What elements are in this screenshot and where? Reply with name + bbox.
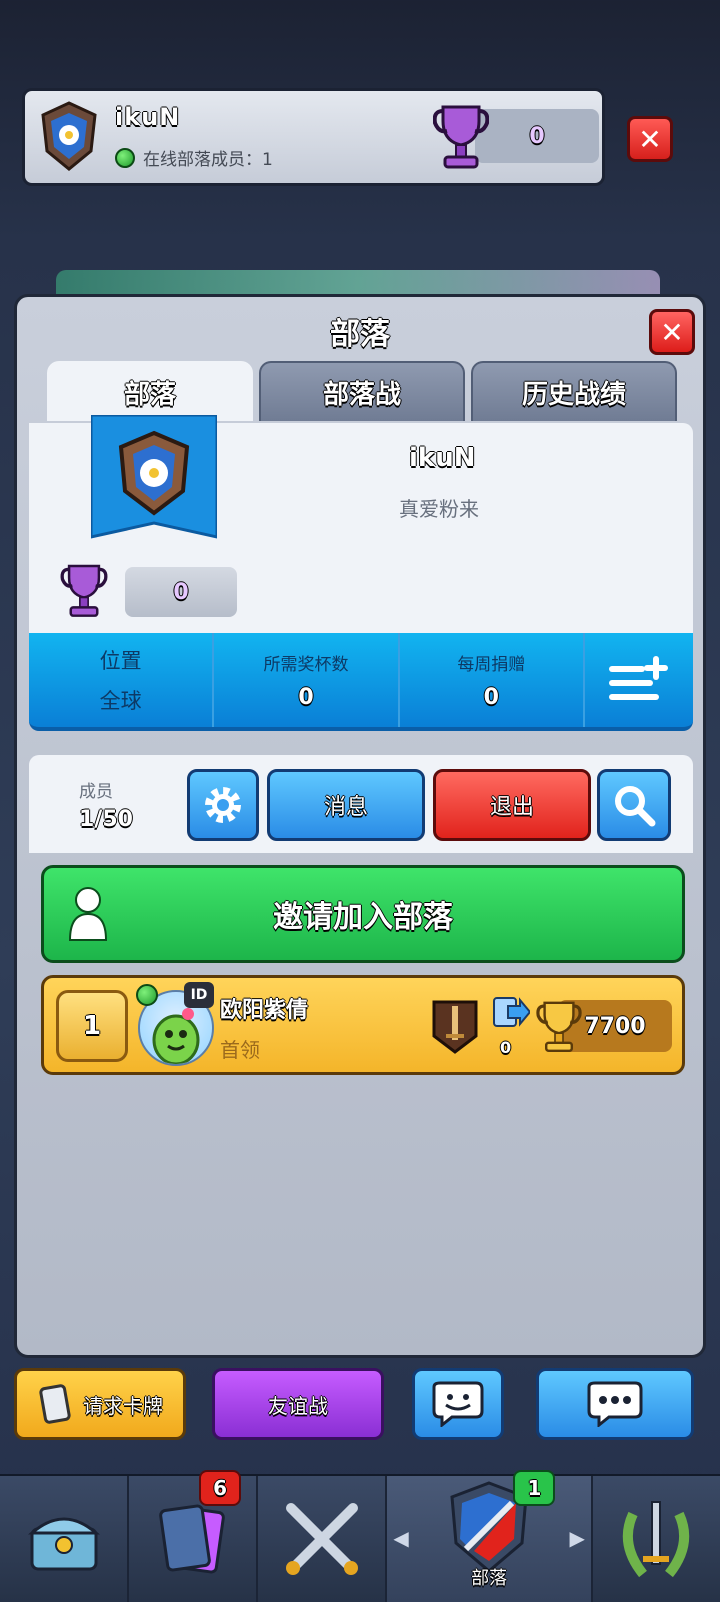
online-members-text: 在线部落成员：1 — [143, 150, 273, 170]
member-donations: 0 — [500, 1038, 512, 1057]
online-status-icon — [136, 984, 158, 1006]
nav-clan-label: 部落 — [471, 1568, 508, 1589]
location-label: 位置 — [99, 649, 142, 673]
leave-clan-button[interactable]: 退出 — [433, 769, 591, 841]
arrow-left-icon[interactable]: ◀ — [393, 1526, 408, 1550]
clan-info-card: ikuN 真爱粉来 0 — [29, 415, 693, 633]
clan-panel: 部落 ✕ 部落 部落战 历史战绩 ikuN 真爱粉来 0 位置 全球 所需奖杯数 — [14, 294, 706, 1358]
clan-stats-bar: 位置 全球 所需奖杯数 0 每周捐赠 0 — [29, 633, 693, 731]
user-icon — [68, 887, 108, 941]
tab-bar: 部落 部落战 历史战绩 — [47, 361, 677, 421]
arrow-right-icon[interactable]: ▶ — [569, 1526, 584, 1550]
search-icon — [615, 786, 656, 827]
required-trophies-label: 所需奖杯数 — [263, 655, 349, 675]
search-button[interactable] — [597, 769, 671, 841]
nav-events[interactable] — [593, 1476, 720, 1602]
member-rank: 1 — [56, 990, 128, 1062]
stat-required-trophies: 所需奖杯数 0 — [214, 633, 400, 727]
clan-banner-icon — [91, 415, 217, 539]
members-toolbar: 成员 1/50 消息 退出 — [29, 755, 693, 853]
clan-title: ikuN — [409, 443, 476, 473]
purple-trophy-icon — [433, 105, 489, 169]
more-info-button[interactable] — [585, 633, 693, 727]
gear-icon — [205, 787, 241, 823]
clan-badge-icon — [41, 101, 97, 171]
nav-clan[interactable]: ◀ 1 部落 ▶ — [387, 1470, 593, 1602]
panel-title: 部落 — [330, 317, 390, 352]
request-cards-label: 请求卡牌 — [83, 1393, 163, 1418]
id-badge: ID — [184, 982, 214, 1008]
clan-badge: 1 — [513, 1470, 556, 1506]
card-donate-icon — [493, 997, 530, 1027]
cards-icon — [158, 1504, 225, 1574]
tab-clan[interactable]: 部落 — [47, 361, 253, 421]
clan-description: 真爱粉来 — [399, 497, 479, 521]
members-count: 1/50 — [79, 807, 133, 832]
stat-weekly-donations: 每周捐赠 0 — [400, 633, 585, 727]
clan-name: ikuN — [115, 103, 181, 131]
online-members: 在线部落成员：1 — [115, 145, 273, 170]
clan-score: 0 — [125, 567, 237, 617]
settings-button[interactable] — [187, 769, 259, 841]
laurel-sword-icon — [623, 1501, 690, 1578]
card-icon — [39, 1384, 71, 1424]
chat-bubble-icon — [587, 1381, 643, 1427]
member-role: 首领 — [220, 1038, 260, 1062]
list-plus-icon — [608, 656, 668, 700]
nav-cards[interactable]: 6 — [129, 1470, 259, 1602]
close-panel-button[interactable]: ✕ — [649, 309, 695, 355]
message-button[interactable]: 消息 — [267, 769, 425, 841]
invite-label: 邀请加入部落 — [273, 900, 453, 935]
tab-clan-war[interactable]: 部落战 — [259, 361, 465, 421]
arena-sword-icon — [432, 1000, 478, 1054]
bottom-nav: 6 ◀ 1 部落 ▶ — [0, 1470, 720, 1602]
weekly-donations-label: 每周捐赠 — [457, 655, 526, 675]
member-row[interactable]: 1 ID 欧阳紫倩 首领 0 7700 — [41, 975, 685, 1075]
required-trophies-value: 0 — [298, 685, 314, 710]
request-cards-button[interactable]: 请求卡牌 — [14, 1368, 186, 1440]
member-name: 欧阳紫倩 — [220, 998, 309, 1023]
nav-battle[interactable] — [258, 1476, 388, 1602]
invite-button[interactable]: 邀请加入部落 — [41, 865, 685, 963]
crossed-swords-icon — [285, 1503, 358, 1575]
close-icon[interactable]: ✕ — [627, 116, 673, 162]
tab-history[interactable]: 历史战绩 — [471, 361, 677, 421]
gold-trophy-icon — [536, 1001, 582, 1052]
purple-trophy-icon — [60, 564, 108, 617]
clan-summary-bar[interactable]: ikuN 在线部落成员：1 0 — [22, 88, 605, 186]
weekly-donations-value: 0 — [483, 685, 499, 710]
nav-shop[interactable] — [0, 1476, 130, 1602]
friendly-battle-button[interactable]: 友谊战 — [212, 1368, 384, 1440]
cards-badge: 6 — [199, 1470, 242, 1506]
location-value: 全球 — [99, 689, 142, 713]
chest-icon — [27, 1517, 100, 1571]
members-label: 成员 — [79, 782, 113, 802]
chat-button[interactable] — [536, 1368, 694, 1440]
clan-trophy-count: 0 — [475, 109, 599, 163]
emote-button[interactable] — [412, 1368, 504, 1440]
stat-location: 位置 全球 — [29, 633, 215, 727]
online-status-icon — [115, 147, 135, 168]
smiley-bubble-icon — [432, 1381, 484, 1427]
